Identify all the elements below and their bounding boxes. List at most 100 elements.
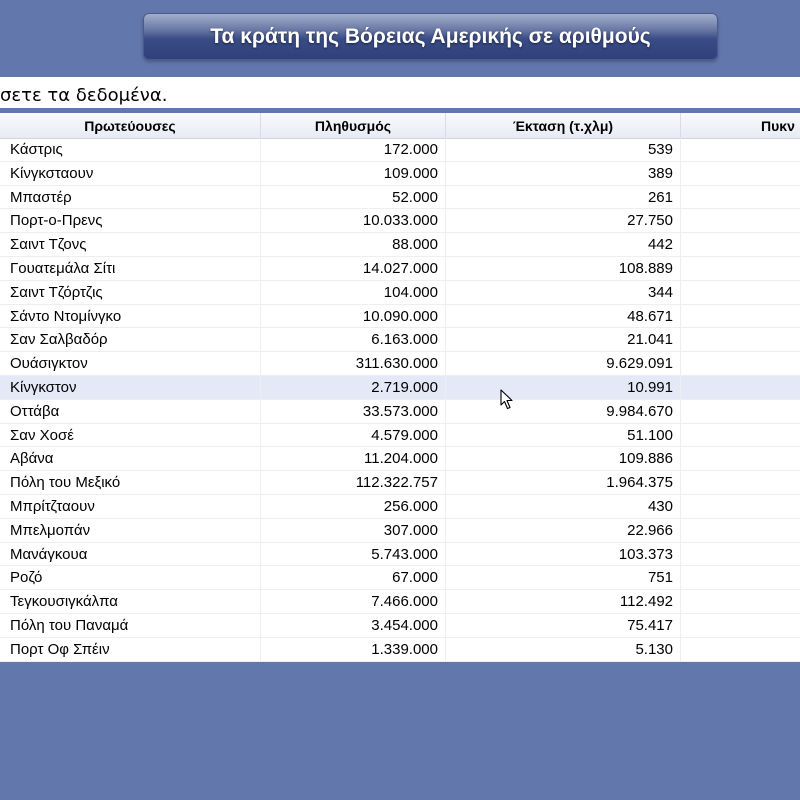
cell-population: 7.466.000 bbox=[261, 590, 446, 613]
cell-density bbox=[681, 352, 800, 375]
cell-population: 67.000 bbox=[261, 566, 446, 590]
title-banner: Τα κράτη της Βόρειας Αμερικής σε αριθμού… bbox=[143, 13, 718, 60]
cell-density bbox=[681, 447, 800, 470]
column-header-density[interactable]: Πυκν bbox=[681, 113, 800, 138]
cell-area: 389 bbox=[446, 161, 681, 185]
cell-capital: Μπρίτζταουν bbox=[0, 494, 261, 518]
cell-density bbox=[681, 376, 800, 399]
table-row[interactable]: Ουάσιγκτον 311.630.000 9.629.091 bbox=[0, 352, 800, 376]
cell-area: 109.886 bbox=[446, 447, 681, 471]
table-row[interactable]: Σαιντ Τζόρτζις 104.000 344 bbox=[0, 280, 800, 305]
cell-population: 33.573.000 bbox=[261, 399, 446, 423]
table-row[interactable]: Αβάνα 11.204.000 109.886 bbox=[0, 447, 800, 472]
cell-population: 5.743.000 bbox=[261, 542, 446, 566]
cell-population: 6.163.000 bbox=[261, 328, 446, 352]
cell-capital: Πορτ Οφ Σπέιν bbox=[0, 637, 261, 661]
cell-area: 75.417 bbox=[446, 613, 681, 637]
mouse-pointer-icon bbox=[500, 389, 513, 410]
cell-area: 10.991 bbox=[446, 375, 681, 399]
cell-population: 1.339.000 bbox=[261, 637, 446, 661]
table-row[interactable]: Σαν Σαλβαδόρ 6.163.000 21.041 bbox=[0, 328, 800, 353]
instruction-text: σετε τα δεδομένα. bbox=[0, 85, 168, 106]
cell-capital: Πόλη του Μεξικό bbox=[0, 471, 261, 494]
cell-population: 256.000 bbox=[261, 494, 446, 518]
cell-population: 11.204.000 bbox=[261, 447, 446, 471]
cell-area: 344 bbox=[446, 280, 681, 304]
table-row[interactable]: Κίνγκσταουν 109.000 389 bbox=[0, 161, 800, 186]
cell-population: 311.630.000 bbox=[261, 352, 446, 375]
table-row[interactable]: Σάντο Ντομίνγκο 10.090.000 48.671 bbox=[0, 304, 800, 329]
cell-area: 112.492 bbox=[446, 590, 681, 613]
cell-population: 112.322.757 bbox=[261, 471, 446, 494]
column-header-capitals[interactable]: Πρωτεύουσες bbox=[0, 113, 261, 138]
table-row[interactable]: Πόλη του Μεξικό 112.322.757 1.964.375 bbox=[0, 471, 800, 495]
cell-density bbox=[681, 400, 800, 423]
cell-capital: Ροζό bbox=[0, 566, 261, 590]
data-table: Πρωτεύουσες Πληθυσμός Έκταση (τ.χλμ) Πυκ… bbox=[0, 113, 800, 662]
cell-area: 430 bbox=[446, 494, 681, 518]
cell-area: 103.373 bbox=[446, 542, 681, 566]
cell-area: 21.041 bbox=[446, 328, 681, 352]
cell-density bbox=[681, 233, 800, 256]
cell-capital: Μπελμοπάν bbox=[0, 518, 261, 542]
cell-population: 4.579.000 bbox=[261, 423, 446, 447]
column-header-area[interactable]: Έκταση (τ.χλμ) bbox=[446, 113, 681, 138]
column-header-population[interactable]: Πληθυσμός bbox=[261, 113, 446, 138]
cell-density bbox=[681, 328, 800, 351]
cell-area: 539 bbox=[446, 138, 681, 161]
cell-capital: Σαιντ Τζόρτζις bbox=[0, 280, 261, 304]
cell-population: 52.000 bbox=[261, 185, 446, 209]
table-row[interactable]: Κίνγκστον 2.719.000 10.991 bbox=[0, 375, 800, 400]
cell-capital: Οττάβα bbox=[0, 399, 261, 423]
table-row[interactable]: Μπαστέρ 52.000 261 bbox=[0, 185, 800, 210]
table-row[interactable]: Οττάβα 33.573.000 9.984.670 bbox=[0, 399, 800, 424]
cell-area: 22.966 bbox=[446, 518, 681, 542]
table-row[interactable]: Μπελμοπάν 307.000 22.966 bbox=[0, 518, 800, 543]
cell-population: 14.027.000 bbox=[261, 256, 446, 280]
cell-capital: Ουάσιγκτον bbox=[0, 352, 261, 375]
cell-capital: Μπαστέρ bbox=[0, 185, 261, 209]
table-row[interactable]: Πόλη του Παναμά 3.454.000 75.417 bbox=[0, 613, 800, 638]
cell-density bbox=[681, 305, 800, 328]
cell-population: 3.454.000 bbox=[261, 613, 446, 637]
page-title: Τα κράτη της Βόρειας Αμερικής σε αριθμού… bbox=[210, 24, 651, 48]
cell-population: 88.000 bbox=[261, 233, 446, 256]
cell-density bbox=[681, 638, 800, 661]
cell-density bbox=[681, 138, 800, 161]
cell-capital: Τεγκουσιγκάλπα bbox=[0, 590, 261, 613]
cell-population: 172.000 bbox=[261, 138, 446, 161]
cell-population: 10.090.000 bbox=[261, 304, 446, 328]
cell-density bbox=[681, 424, 800, 447]
cell-density bbox=[681, 543, 800, 566]
cell-area: 51.100 bbox=[446, 423, 681, 447]
cell-density bbox=[681, 257, 800, 280]
table-row[interactable]: Ροζό 67.000 751 bbox=[0, 566, 800, 591]
cell-density bbox=[681, 162, 800, 185]
cell-area: 48.671 bbox=[446, 304, 681, 328]
cell-capital: Πόλη του Παναμά bbox=[0, 613, 261, 637]
cell-area: 751 bbox=[446, 566, 681, 590]
cell-density bbox=[681, 281, 800, 304]
cell-density bbox=[681, 209, 800, 232]
cell-density bbox=[681, 566, 800, 589]
cell-density bbox=[681, 590, 800, 613]
table-row[interactable]: Τεγκουσιγκάλπα 7.466.000 112.492 bbox=[0, 590, 800, 614]
cell-population: 10.033.000 bbox=[261, 209, 446, 233]
cell-capital: Κίνγκστον bbox=[0, 375, 261, 399]
table-header: Πρωτεύουσες Πληθυσμός Έκταση (τ.χλμ) Πυκ… bbox=[0, 113, 800, 139]
table-row[interactable]: Σαιντ Τζονς 88.000 442 bbox=[0, 233, 800, 257]
cell-area: 27.750 bbox=[446, 209, 681, 233]
cell-population: 307.000 bbox=[261, 518, 446, 542]
table-row[interactable]: Σαν Χοσέ 4.579.000 51.100 bbox=[0, 423, 800, 448]
cell-capital: Σάντο Ντομίνγκο bbox=[0, 304, 261, 328]
table-row[interactable]: Μανάγκουα 5.743.000 103.373 bbox=[0, 542, 800, 567]
table-row[interactable]: Πορτ-ο-Πρενς 10.033.000 27.750 bbox=[0, 209, 800, 234]
table-row[interactable]: Γουατεμάλα Σίτι 14.027.000 108.889 bbox=[0, 256, 800, 281]
table-row[interactable]: Πορτ Οφ Σπέιν 1.339.000 5.130 bbox=[0, 637, 800, 662]
table-row[interactable]: Κάστρις 172.000 539 bbox=[0, 138, 800, 162]
cell-capital: Σαιντ Τζονς bbox=[0, 233, 261, 256]
table-row[interactable]: Μπρίτζταουν 256.000 430 bbox=[0, 494, 800, 519]
cell-density bbox=[681, 186, 800, 209]
cell-area: 5.130 bbox=[446, 637, 681, 661]
cell-area: 108.889 bbox=[446, 256, 681, 280]
